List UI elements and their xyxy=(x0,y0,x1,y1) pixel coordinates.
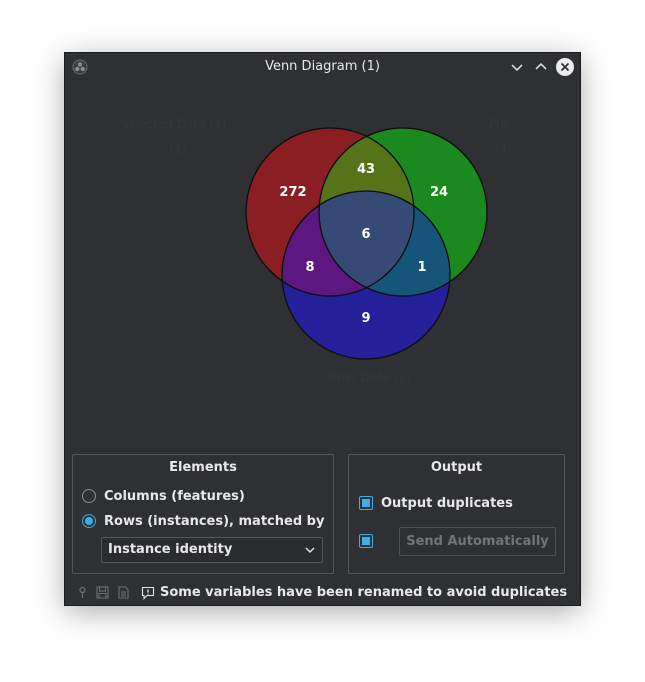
output-duplicates-label: Output duplicates xyxy=(381,495,513,511)
venn-faint-label: Pro xyxy=(489,117,508,131)
venn-count-b-only: 24 xyxy=(430,185,448,200)
venn-count-a-only: 272 xyxy=(279,185,306,200)
elements-group: Elements Columns (features) Rows (instan… xyxy=(72,454,334,574)
maximize-button[interactable] xyxy=(531,57,551,77)
minimize-button[interactable] xyxy=(507,57,527,77)
venn-diagram-window: Venn Diagram (1) Selected Data (1) (3) P… xyxy=(65,53,580,605)
window-title: Venn Diagram (1) xyxy=(265,59,380,74)
venn-count-abc: 6 xyxy=(361,227,370,242)
rows-radio[interactable] xyxy=(82,514,96,528)
warning-icon[interactable] xyxy=(141,586,155,600)
status-message: Some variables have been renamed to avoi… xyxy=(160,585,568,600)
venn-faint-label: Other Data (2) xyxy=(323,370,410,384)
venn-faint-label: Selected Data (1) xyxy=(121,117,226,131)
match-by-select[interactable]: Instance identity xyxy=(101,537,323,563)
output-duplicates-checkbox[interactable] xyxy=(359,496,373,510)
auto-send-checkbox[interactable] xyxy=(359,534,373,548)
output-group-title: Output xyxy=(430,460,483,475)
venn-count-c-only: 9 xyxy=(361,311,370,326)
venn-count-ab: 43 xyxy=(357,162,375,177)
chevron-down-icon xyxy=(305,547,315,553)
match-by-value: Instance identity xyxy=(108,542,233,557)
output-group: Output Output duplicates Send Automatica… xyxy=(348,454,565,574)
auto-send-option[interactable] xyxy=(359,532,373,550)
columns-option-label: Columns (features) xyxy=(104,488,245,504)
elements-group-title: Elements xyxy=(169,460,237,475)
venn-faint-label: (4) xyxy=(495,142,512,156)
columns-radio[interactable] xyxy=(82,489,96,503)
venn-faint-label: (3) xyxy=(169,142,186,156)
rows-option[interactable]: Rows (instances), matched by xyxy=(82,512,324,530)
close-button[interactable] xyxy=(555,57,575,77)
help-icon[interactable] xyxy=(76,586,89,599)
save-icon[interactable] xyxy=(96,586,109,599)
columns-option[interactable]: Columns (features) xyxy=(82,487,245,505)
venn-count-bc: 1 xyxy=(417,260,426,275)
report-icon[interactable] xyxy=(117,586,130,599)
title-bar[interactable]: Venn Diagram (1) xyxy=(65,53,580,81)
send-automatically-button[interactable]: Send Automatically xyxy=(399,527,556,556)
venn-count-ac: 8 xyxy=(305,260,314,275)
venn-diagram: Selected Data (1) (3) Pro (4) Other Data… xyxy=(121,117,512,384)
rows-option-label: Rows (instances), matched by xyxy=(104,513,325,529)
output-duplicates-option[interactable]: Output duplicates xyxy=(359,494,513,512)
